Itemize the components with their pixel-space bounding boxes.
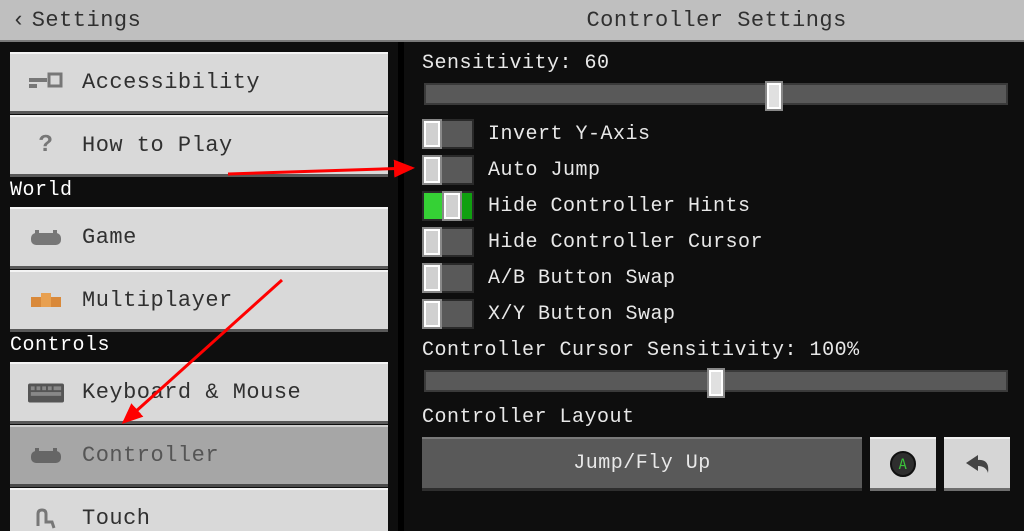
sidebar-item-label: Touch bbox=[82, 506, 151, 531]
ab-swap-row: A/B Button Swap bbox=[422, 263, 1010, 293]
main: Accessibility ? How to Play World Game M… bbox=[0, 42, 1024, 531]
cursor-sens-label: Controller Cursor Sensitivity: 100% bbox=[422, 339, 1010, 362]
sidebar-item-label: How to Play bbox=[82, 133, 233, 158]
sensitivity-label: Sensitivity: 60 bbox=[422, 52, 1010, 75]
auto-jump-toggle[interactable] bbox=[422, 155, 474, 185]
sidebar: Accessibility ? How to Play World Game M… bbox=[0, 42, 398, 531]
reset-binding-button[interactable] bbox=[944, 437, 1010, 491]
category-world: World bbox=[0, 177, 398, 206]
keyboard-icon bbox=[28, 378, 64, 408]
invert-y-row: Invert Y-Axis bbox=[422, 119, 1010, 149]
svg-text:A: A bbox=[899, 457, 908, 473]
back-button[interactable]: ‹ Settings bbox=[12, 8, 141, 33]
hide-hints-label: Hide Controller Hints bbox=[488, 195, 751, 218]
xy-swap-row: X/Y Button Swap bbox=[422, 299, 1010, 329]
binding-a-button[interactable]: A bbox=[870, 437, 936, 491]
invert-y-label: Invert Y-Axis bbox=[488, 123, 651, 146]
sidebar-item-accessibility[interactable]: Accessibility bbox=[10, 52, 388, 114]
hide-cursor-toggle[interactable] bbox=[422, 227, 474, 257]
sidebar-item-label: Accessibility bbox=[82, 70, 260, 95]
sidebar-item-touch[interactable]: Touch bbox=[10, 488, 388, 531]
sensitivity-row: Sensitivity: 60 bbox=[422, 52, 1010, 105]
controller-layout-title: Controller Layout bbox=[422, 406, 1010, 429]
controller-icon bbox=[28, 223, 64, 253]
header: ‹ Settings Controller Settings bbox=[0, 0, 1024, 42]
xy-swap-toggle[interactable] bbox=[422, 299, 474, 329]
page-title: Controller Settings bbox=[421, 8, 1012, 33]
sidebar-item-game[interactable]: Game bbox=[10, 207, 388, 269]
category-controls: Controls bbox=[0, 332, 398, 361]
binding-jump-fly[interactable]: Jump/Fly Up bbox=[422, 437, 862, 491]
sensitivity-slider[interactable] bbox=[424, 83, 1008, 105]
auto-jump-label: Auto Jump bbox=[488, 159, 601, 182]
ab-swap-toggle[interactable] bbox=[422, 263, 474, 293]
slider-thumb[interactable] bbox=[765, 81, 783, 111]
sidebar-item-keyboard[interactable]: Keyboard & Mouse bbox=[10, 362, 388, 424]
sidebar-item-label: Multiplayer bbox=[82, 288, 233, 313]
cursor-sens-slider[interactable] bbox=[424, 370, 1008, 392]
content: Sensitivity: 60 Invert Y-Axis Auto Jump … bbox=[404, 42, 1024, 531]
people-icon bbox=[28, 286, 64, 316]
sidebar-item-label: Game bbox=[82, 225, 137, 250]
a-button-icon: A bbox=[889, 450, 917, 478]
sidebar-item-multiplayer[interactable]: Multiplayer bbox=[10, 270, 388, 332]
touch-icon bbox=[28, 504, 64, 531]
scrollbar[interactable] bbox=[1012, 48, 1022, 525]
slider-thumb[interactable] bbox=[707, 368, 725, 398]
binding-label: Jump/Fly Up bbox=[573, 452, 711, 475]
chevron-left-icon: ‹ bbox=[12, 8, 26, 33]
xy-swap-label: X/Y Button Swap bbox=[488, 303, 676, 326]
sidebar-item-label: Controller bbox=[82, 443, 219, 468]
question-icon: ? bbox=[28, 131, 64, 161]
invert-y-toggle[interactable] bbox=[422, 119, 474, 149]
sidebar-item-controller[interactable]: Controller bbox=[10, 425, 388, 487]
hide-hints-toggle[interactable] bbox=[422, 191, 474, 221]
sidebar-item-howtoplay[interactable]: ? How to Play bbox=[10, 115, 388, 177]
hide-cursor-label: Hide Controller Cursor bbox=[488, 231, 763, 254]
cursor-sens-row: Controller Cursor Sensitivity: 100% bbox=[422, 339, 1010, 392]
back-label: Settings bbox=[32, 8, 142, 33]
hide-hints-row: Hide Controller Hints bbox=[422, 191, 1010, 221]
sidebar-item-label: Keyboard & Mouse bbox=[82, 380, 301, 405]
auto-jump-row: Auto Jump bbox=[422, 155, 1010, 185]
ab-swap-label: A/B Button Swap bbox=[488, 267, 676, 290]
controller-icon bbox=[28, 441, 64, 471]
action-bar: Jump/Fly Up A bbox=[422, 437, 1010, 495]
hide-cursor-row: Hide Controller Cursor bbox=[422, 227, 1010, 257]
key-icon bbox=[28, 68, 64, 98]
undo-arrow-icon bbox=[964, 453, 990, 475]
